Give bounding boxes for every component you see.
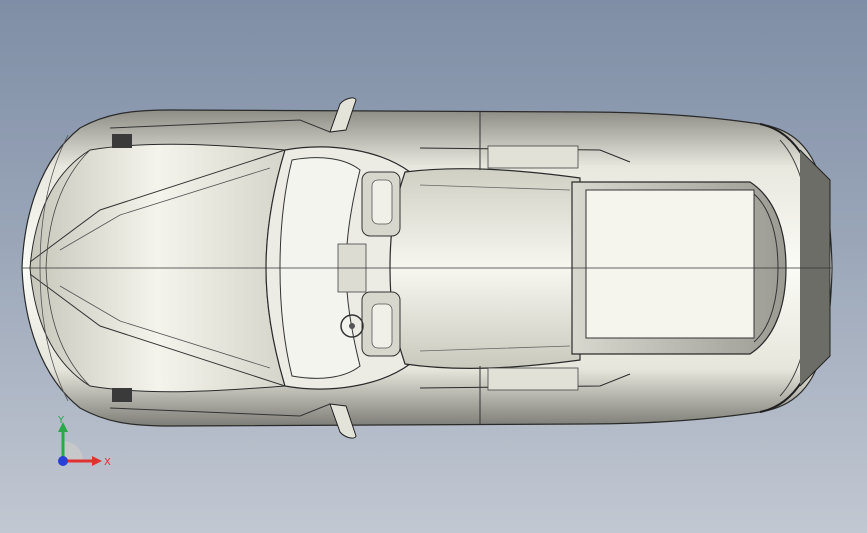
orientation-triad: Y X xyxy=(57,415,111,468)
y-axis-label: Y xyxy=(57,415,65,426)
z-axis-dot-icon xyxy=(58,456,68,466)
car-model-top-view[interactable] xyxy=(0,0,867,533)
x-axis-label: X xyxy=(104,457,111,468)
graphics-viewport[interactable]: Y X xyxy=(0,0,867,533)
x-arrow-icon xyxy=(92,456,102,466)
car-body xyxy=(21,109,833,427)
